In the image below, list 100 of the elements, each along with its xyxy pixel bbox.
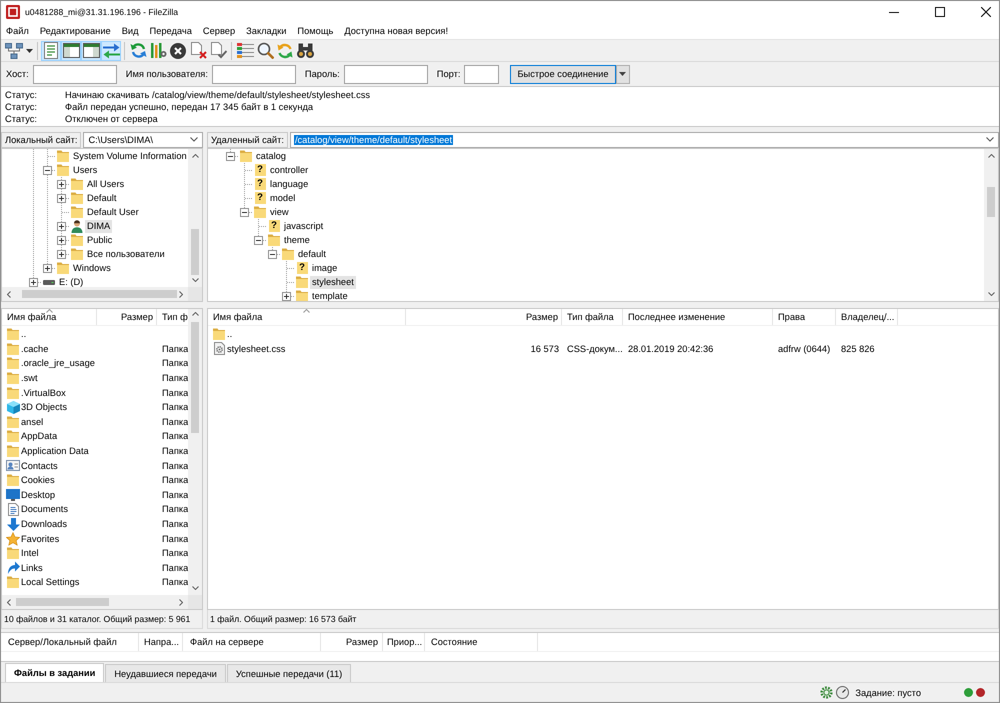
file-name[interactable]: .. — [21, 329, 26, 340]
tree-item[interactable]: language — [268, 178, 310, 190]
expand-icon[interactable] — [43, 264, 52, 272]
tree-item[interactable]: javascript — [282, 220, 326, 232]
tree-item[interactable]: catalog — [254, 150, 288, 162]
tree-item[interactable]: model — [268, 192, 298, 204]
collapse-icon[interactable] — [240, 208, 249, 216]
dropdown-button[interactable] — [616, 64, 630, 84]
gear-icon[interactable] — [820, 686, 834, 699]
tree-item[interactable]: Windows — [71, 262, 113, 274]
file-name[interactable]: Downloads — [21, 519, 67, 530]
chevron-down-icon[interactable] — [988, 292, 994, 296]
menu-item[interactable]: Сервер — [202, 26, 236, 36]
chevron-right-icon[interactable] — [179, 598, 183, 606]
menu-item[interactable]: Файл — [6, 26, 29, 36]
tree-item[interactable]: controller — [268, 164, 310, 176]
tree-item[interactable]: DIMA — [85, 220, 112, 232]
chevron-right-icon[interactable] — [179, 290, 183, 298]
file-name[interactable]: .swt — [21, 373, 38, 384]
tab[interactable]: Файлы в задании — [5, 663, 104, 682]
expand-icon[interactable] — [57, 236, 66, 244]
expand-icon[interactable] — [29, 278, 38, 286]
file-name[interactable]: Links — [21, 562, 43, 573]
quickconnect-button[interactable]: Быстрое соединение — [510, 64, 616, 84]
tab[interactable]: Успешные передачи (11) — [226, 664, 352, 682]
menu-item[interactable]: Вид — [122, 26, 139, 36]
menu-item[interactable]: Закладки — [246, 26, 286, 36]
input-field[interactable] — [32, 64, 117, 84]
input-field[interactable] — [344, 64, 428, 84]
expand-icon[interactable] — [282, 292, 291, 300]
menu-item[interactable]: Редактирование — [40, 26, 111, 36]
expand-icon[interactable] — [57, 180, 66, 188]
input-field[interactable] — [212, 64, 296, 84]
chevron-left-icon[interactable] — [7, 290, 11, 298]
file-name[interactable]: .oracle_jre_usage — [21, 358, 95, 368]
vertical-scrollbar[interactable] — [984, 149, 998, 301]
expand-icon[interactable] — [57, 194, 66, 202]
scrollbar-thumb[interactable] — [22, 290, 177, 298]
expand-icon[interactable] — [57, 250, 66, 258]
collapse-icon[interactable] — [43, 166, 52, 174]
file-name[interactable]: stylesheet.css — [227, 344, 286, 354]
gauge-icon[interactable] — [836, 686, 850, 699]
path-combo[interactable]: C:\Users\DIMA\ — [83, 132, 203, 148]
file-name[interactable]: AppData — [21, 431, 58, 442]
expand-icon[interactable] — [57, 222, 66, 230]
toolbar-button[interactable] — [61, 40, 81, 60]
vertical-scrollbar[interactable] — [188, 149, 202, 287]
path-combo[interactable]: /catalog/view/theme/default/stylesheet — [290, 132, 999, 148]
tree-item[interactable]: Все пользователи — [85, 248, 167, 260]
scrollbar-thumb[interactable] — [191, 229, 199, 275]
collapse-icon[interactable] — [226, 152, 235, 160]
menu-item[interactable]: Помощь — [297, 26, 334, 36]
tree-item[interactable]: default — [296, 248, 328, 260]
file-name[interactable]: ansel — [21, 416, 44, 427]
file-name[interactable]: 3D Objects — [21, 402, 67, 412]
scrollbar-thumb[interactable] — [987, 187, 995, 217]
file-name[interactable]: Application Data — [21, 446, 89, 456]
toolbar-button[interactable] — [168, 40, 188, 60]
chevron-up-icon[interactable] — [192, 312, 198, 316]
scrollbar-thumb[interactable] — [191, 322, 199, 433]
tree-item[interactable]: System Volume Information — [71, 150, 188, 162]
toolbar-button[interactable] — [81, 40, 101, 60]
tab[interactable]: Неудавшиеся передачи — [105, 664, 226, 682]
input-field[interactable] — [464, 64, 500, 84]
collapse-icon[interactable] — [254, 236, 263, 244]
tree-item[interactable]: view — [268, 206, 291, 218]
tree-item[interactable]: Default — [85, 192, 118, 204]
menu-item[interactable]: Доступна новая версия! — [344, 26, 448, 36]
toolbar-button[interactable] — [255, 40, 275, 60]
tree-item[interactable]: image — [310, 262, 340, 274]
tree-item[interactable]: Public — [85, 234, 114, 246]
file-name[interactable]: Desktop — [21, 490, 56, 500]
chevron-up-icon[interactable] — [988, 154, 994, 158]
toolbar-button[interactable] — [295, 40, 315, 60]
file-name[interactable]: .cache — [21, 344, 48, 354]
vertical-scrollbar[interactable] — [188, 309, 202, 595]
file-name[interactable]: Intel — [21, 548, 39, 558]
file-name[interactable]: Favorites — [21, 534, 60, 544]
tree-item[interactable]: Users — [71, 164, 100, 176]
file-name[interactable]: .VirtualBox — [21, 388, 66, 398]
file-name[interactable]: .. — [227, 329, 232, 340]
chevron-down-icon[interactable] — [192, 586, 198, 590]
tree-item[interactable]: theme — [282, 234, 312, 246]
chevron-down-icon[interactable] — [192, 278, 198, 282]
horizontal-scrollbar[interactable] — [2, 595, 188, 609]
tree-item[interactable]: Default User — [85, 206, 141, 218]
chevron-left-icon[interactable] — [7, 598, 11, 606]
collapse-icon[interactable] — [268, 250, 277, 258]
file-name[interactable]: Local Settings — [21, 577, 80, 588]
toolbar-button[interactable] — [188, 40, 208, 60]
chevron-up-icon[interactable] — [192, 154, 198, 158]
horizontal-scrollbar[interactable] — [2, 287, 188, 301]
file-name[interactable]: Cookies — [21, 475, 55, 486]
toolbar-button[interactable] — [148, 40, 168, 60]
toolbar-button[interactable] — [3, 40, 34, 60]
menu-item[interactable]: Передача — [150, 26, 192, 36]
toolbar-button[interactable] — [208, 40, 228, 60]
tree-item[interactable]: template — [310, 290, 350, 301]
file-name[interactable]: Documents — [21, 504, 68, 514]
scrollbar-thumb[interactable] — [16, 598, 109, 606]
